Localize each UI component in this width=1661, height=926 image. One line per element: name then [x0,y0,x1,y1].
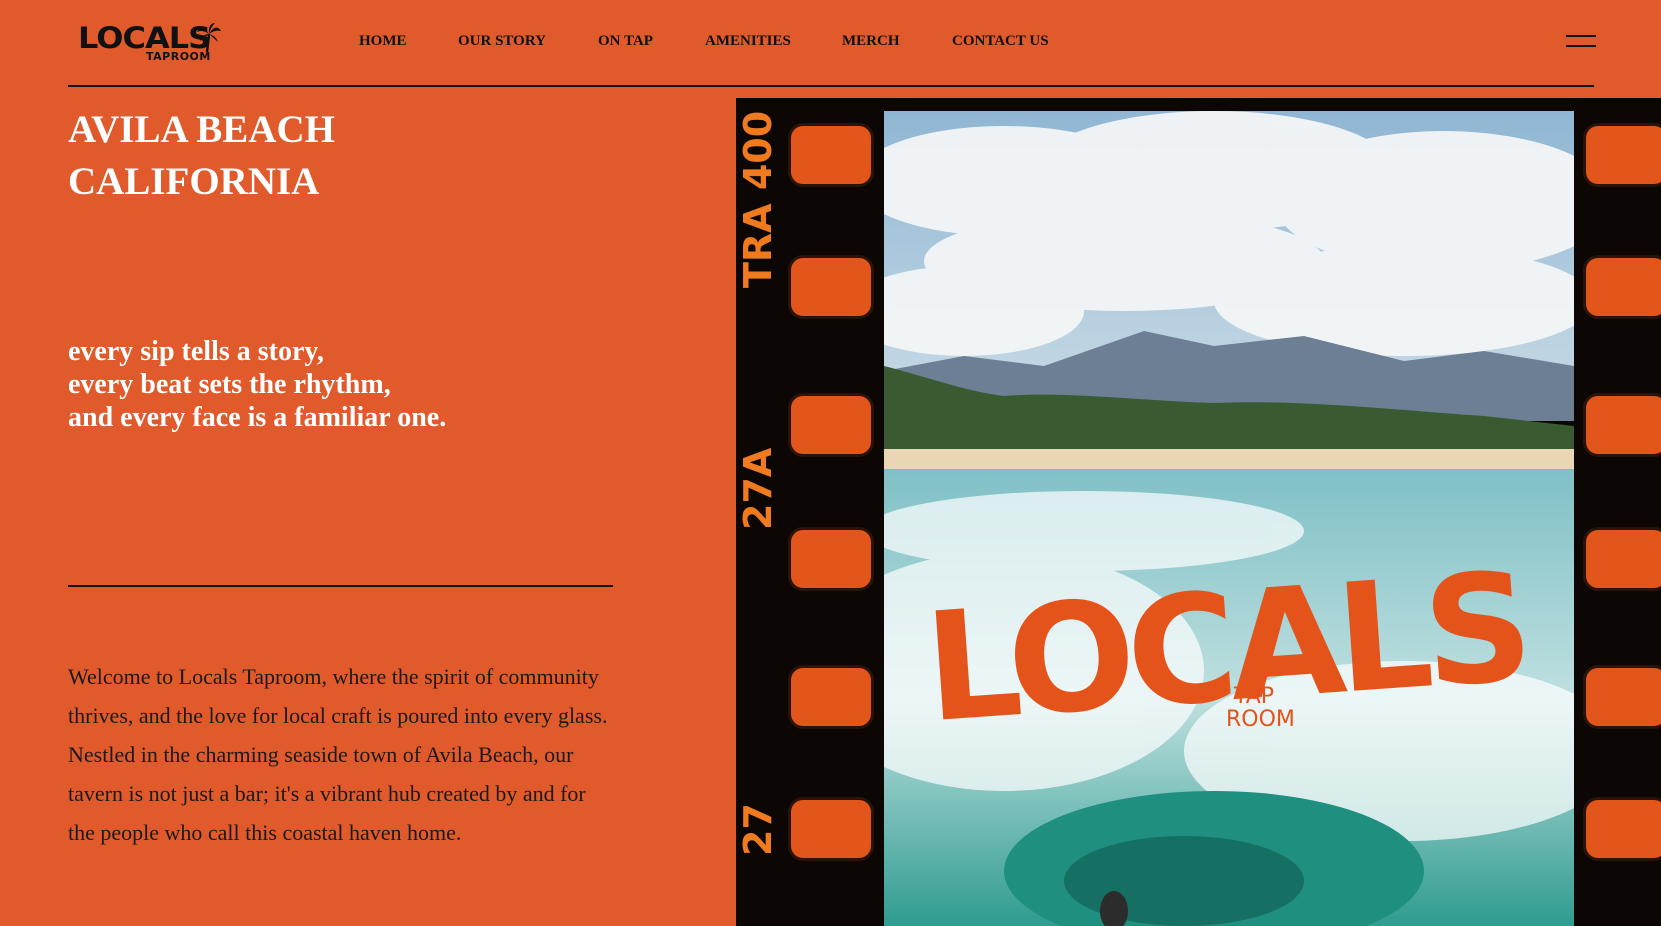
film-edge-label-bottom: 27 [736,803,780,856]
location-line-2: CALIFORNIA [68,160,320,203]
hero-overlay-sub-2: ROOM [1226,707,1295,732]
sprocket-hole [791,668,871,726]
location-heading: AVILA BEACH CALIFORNIA [68,104,588,208]
hero-overlay-sub-1: TAP [1233,684,1274,709]
nav-home[interactable]: HOME [359,33,407,50]
film-edge-label-top: TRA 400 [736,110,780,288]
hamburger-icon[interactable] [1566,35,1596,49]
sprocket-hole [1586,530,1661,588]
tagline-line-2: every beat sets the rhythm, [68,369,391,400]
sprocket-hole [1586,396,1661,454]
brand-logo[interactable]: LOCALS TAPROOM [78,20,221,66]
intro-paragraph: Welcome to Locals Taproom, where the spi… [68,664,608,845]
beach-scene-illustration: LOCALS TAP ROOM [884,111,1574,926]
sprocket-hole [1586,668,1661,726]
sprocket-hole [791,126,871,184]
nav-amenities[interactable]: AMENITIES [705,33,791,50]
sprocket-hole [791,258,871,316]
tagline-line-1: every sip tells a story, [68,336,324,367]
sprocket-hole [791,800,871,858]
section-divider [68,585,613,587]
logo-subtitle: TAPROOM [146,50,211,63]
logo-wordmark: LOCALS [78,20,211,56]
tagline: every sip tells a story, every beat sets… [68,335,628,434]
palm-tree-icon [197,23,221,52]
sprocket-hole [791,530,871,588]
location-line-1: AVILA BEACH [68,108,335,151]
nav-on-tap[interactable]: ON TAP [598,33,653,50]
sprocket-hole [1586,800,1661,858]
sprocket-hole [791,396,871,454]
nav-merch[interactable]: MERCH [842,33,900,50]
tagline-line-3: and every face is a familiar one. [68,402,447,433]
nav-contact-us[interactable]: CONTACT US [952,33,1049,50]
hero-film-strip: TRA 400 27A 27 LOCALS TAP ROOM [736,98,1661,926]
film-edge-label-mid: 27A [736,447,780,530]
header-divider [68,85,1594,87]
sprocket-hole [1586,126,1661,184]
hero-beach-photo: LOCALS TAP ROOM [884,111,1574,926]
sprocket-hole [1586,258,1661,316]
nav-our-story[interactable]: OUR STORY [458,33,546,50]
